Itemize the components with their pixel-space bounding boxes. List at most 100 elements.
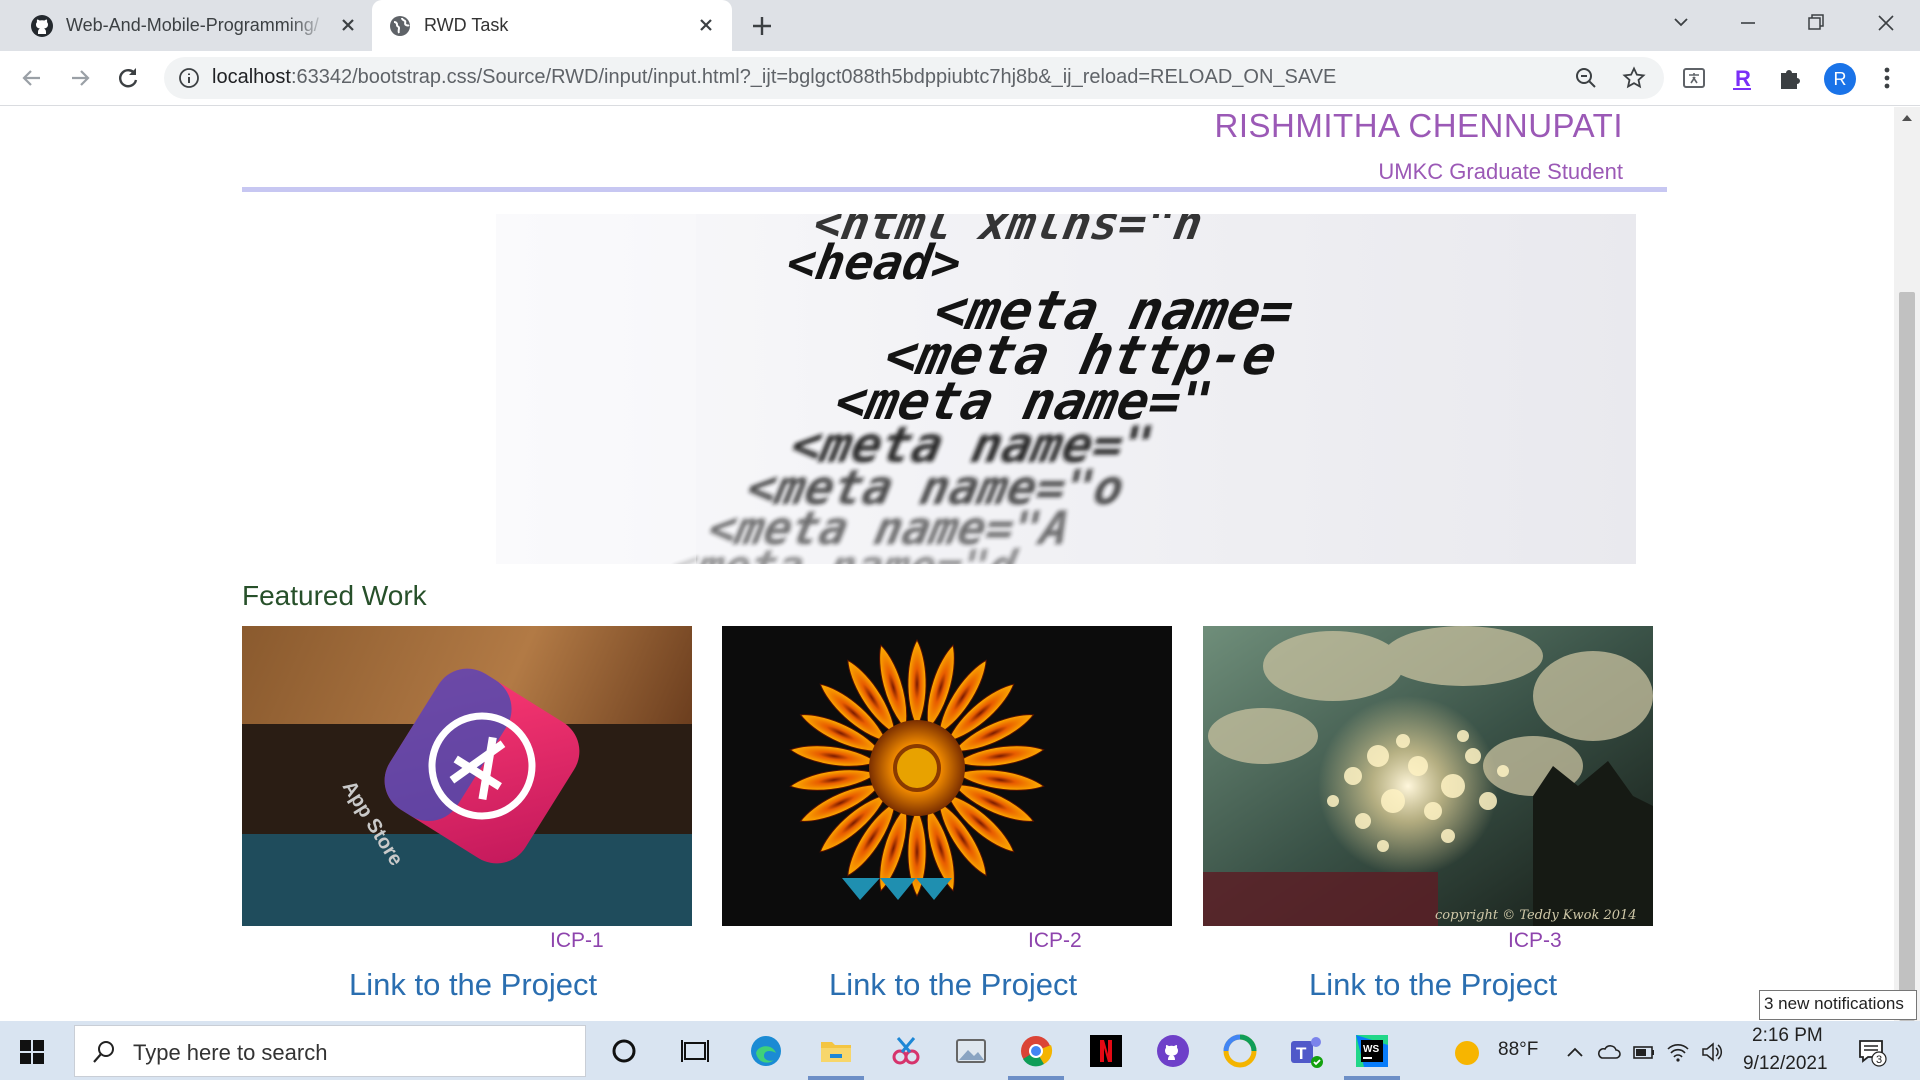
- clock-time[interactable]: 2:16 PM: [1752, 1025, 1823, 1047]
- bokeh-light: [1396, 734, 1410, 748]
- netflix-icon[interactable]: [1088, 1033, 1124, 1069]
- url-path: :63342/bootstrap.css/Source/RWD/input/in…: [290, 66, 1337, 88]
- extension-translate-icon[interactable]: [1680, 63, 1710, 93]
- tab-title: Web-And-Mobile-Programming/: [66, 15, 319, 35]
- featured-work-heading: Featured Work: [242, 580, 427, 611]
- kebab-menu-icon[interactable]: [1872, 63, 1902, 93]
- bokeh-light: [1327, 795, 1339, 807]
- code-line: <meta name="d: [665, 542, 1021, 564]
- bokeh-light: [1367, 745, 1389, 767]
- colorful-app-icon[interactable]: [1222, 1033, 1258, 1069]
- cortana-icon[interactable]: [606, 1033, 642, 1069]
- notification-count: 3: [1876, 1054, 1882, 1066]
- task-view-icon[interactable]: [677, 1033, 713, 1069]
- weather-temperature[interactable]: 88°F: [1498, 1039, 1538, 1061]
- globe-icon: [390, 15, 410, 36]
- active-indicator: [808, 1076, 864, 1080]
- notification-tooltip: 3 new notifications: [1759, 990, 1917, 1020]
- bokeh-light: [1497, 765, 1509, 777]
- new-tab-icon[interactable]: [748, 12, 776, 40]
- bokeh-light: [1377, 840, 1389, 852]
- clock-date[interactable]: 9/12/2021: [1743, 1053, 1828, 1075]
- extension-r-icon[interactable]: R: [1727, 63, 1757, 93]
- address-bar[interactable]: localhost:63342/bootstrap.css/Source/RWD…: [164, 57, 1664, 99]
- project-link-1[interactable]: Link to the Project: [349, 967, 597, 1003]
- tab-github[interactable]: Web-And-Mobile-Programming/: [14, 0, 374, 51]
- show-hidden-icons-icon[interactable]: [1562, 1039, 1588, 1065]
- webstorm-icon[interactable]: WS: [1354, 1033, 1390, 1069]
- sunflower-photo: [722, 626, 1172, 926]
- close-tab-icon[interactable]: [694, 13, 718, 37]
- scrollbar-thumb[interactable]: [1899, 292, 1915, 1021]
- svg-text:WS: WS: [1363, 1044, 1379, 1055]
- tab-strip: Web-And-Mobile-Programming/ RWD Task: [0, 0, 1920, 51]
- bokeh-light: [1441, 829, 1455, 843]
- photo-watermark: copyright © Teddy Kwok 2014: [1435, 908, 1637, 923]
- github-desktop-icon[interactable]: [1155, 1033, 1191, 1069]
- minimize-icon[interactable]: [1730, 8, 1766, 38]
- bokeh-light: [1457, 730, 1469, 742]
- project-image-2[interactable]: [722, 626, 1172, 926]
- taskbar-search-box[interactable]: Type here to search: [74, 1025, 586, 1077]
- site-subtitle: UMKC Graduate Student: [1378, 159, 1623, 184]
- web-page: RISHMITHA CHENNUPATI UMKC Graduate Stude…: [0, 107, 1920, 1021]
- project-label-3: ICP-3: [1508, 929, 1562, 952]
- project-link-3[interactable]: Link to the Project: [1309, 967, 1557, 1003]
- teams-icon[interactable]: T: [1288, 1033, 1324, 1069]
- app-store-photo: App Store: [242, 626, 692, 926]
- bokeh-light: [1424, 802, 1442, 820]
- scroll-up-arrow-icon[interactable]: [1902, 115, 1912, 121]
- tab-title: RWD Task: [424, 15, 509, 35]
- battery-icon[interactable]: [1631, 1039, 1657, 1065]
- tab-rwd-task[interactable]: RWD Task: [372, 0, 732, 51]
- header-divider: [242, 187, 1667, 192]
- windows-taskbar: Type here to search T WS 88°F 2:16 PM 9/…: [0, 1021, 1920, 1080]
- weather-sun-icon[interactable]: [1453, 1039, 1481, 1067]
- windows-start-icon[interactable]: [20, 1040, 44, 1064]
- url-host: localhost: [212, 66, 291, 88]
- photos-icon[interactable]: [953, 1033, 989, 1069]
- hero-code-illustration: <html xmlns="h <head> <meta name= <meta …: [496, 214, 1636, 564]
- close-tab-icon[interactable]: [336, 13, 360, 37]
- project-link-2[interactable]: Link to the Project: [829, 967, 1077, 1003]
- bokeh-light: [1381, 789, 1405, 813]
- profile-avatar[interactable]: R: [1824, 63, 1856, 95]
- page-scrollbar[interactable]: [1894, 107, 1920, 1021]
- restore-icon[interactable]: [1798, 8, 1834, 38]
- search-placeholder: Type here to search: [133, 1040, 328, 1065]
- active-indicator: [1008, 1076, 1064, 1080]
- project-label-2: ICP-2: [1028, 929, 1082, 952]
- reload-icon[interactable]: [112, 62, 144, 94]
- edge-icon[interactable]: [748, 1033, 784, 1069]
- snip-sketch-icon[interactable]: [888, 1033, 924, 1069]
- extensions-puzzle-icon[interactable]: [1775, 63, 1805, 93]
- hero-code-image: <html xmlns="h <head> <meta name= <meta …: [496, 214, 1636, 564]
- site-info-icon[interactable]: [178, 67, 200, 89]
- bokeh-trees-photo: copyright © Teddy Kwok 2014: [1203, 626, 1653, 926]
- action-center-icon[interactable]: 3: [1856, 1035, 1888, 1067]
- chrome-icon[interactable]: [1018, 1033, 1054, 1069]
- tab-search-icon[interactable]: [1663, 8, 1699, 38]
- github-icon: [31, 14, 53, 37]
- active-indicator: [1344, 1076, 1400, 1080]
- bokeh-light: [1355, 813, 1371, 829]
- file-explorer-icon[interactable]: [818, 1033, 854, 1069]
- bookmark-star-icon[interactable]: [1622, 66, 1646, 90]
- project-image-3[interactable]: copyright © Teddy Kwok 2014: [1203, 626, 1653, 926]
- wifi-icon[interactable]: [1665, 1039, 1691, 1065]
- code-line: <head>: [782, 235, 965, 291]
- back-icon[interactable]: [16, 62, 48, 94]
- zoom-icon[interactable]: [1574, 66, 1598, 90]
- forward-icon[interactable]: [64, 62, 96, 94]
- svg-text:R: R: [1735, 66, 1751, 91]
- close-window-icon[interactable]: [1868, 8, 1904, 38]
- bokeh-light: [1408, 756, 1428, 776]
- bokeh-light: [1344, 767, 1362, 785]
- bokeh-light: [1465, 748, 1481, 764]
- url-text[interactable]: localhost:63342/bootstrap.css/Source/RWD…: [212, 66, 1336, 89]
- bokeh-light: [1479, 792, 1497, 810]
- volume-icon[interactable]: [1699, 1039, 1725, 1065]
- onedrive-cloud-icon[interactable]: [1596, 1039, 1622, 1065]
- project-image-1[interactable]: App Store: [242, 626, 692, 926]
- search-icon: [93, 1041, 114, 1063]
